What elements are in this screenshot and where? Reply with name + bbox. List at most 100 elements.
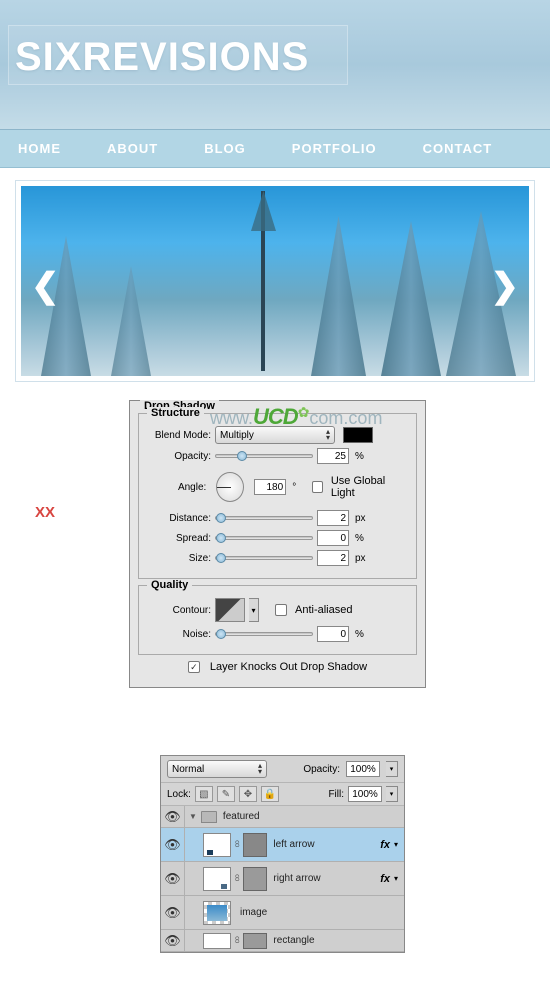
visibility-toggle-icon[interactable]: 👁 bbox=[161, 828, 185, 861]
leaf-icon: ✿ bbox=[298, 404, 310, 420]
anti-aliased-checkbox[interactable] bbox=[275, 604, 287, 616]
opacity-unit: % bbox=[355, 451, 364, 462]
use-global-label: Use Global Light bbox=[331, 475, 406, 499]
tree-graphic bbox=[311, 216, 366, 376]
lock-all-icon[interactable]: 🔒 bbox=[261, 786, 279, 802]
noise-input[interactable] bbox=[317, 626, 349, 642]
blend-mode-select[interactable]: Normal ▴▾ bbox=[167, 760, 267, 778]
fx-badge[interactable]: fx bbox=[380, 839, 390, 851]
visibility-toggle-icon[interactable]: 👁 bbox=[161, 862, 185, 895]
visibility-toggle-icon[interactable]: 👁 bbox=[161, 806, 185, 827]
lock-position-icon[interactable]: ✥ bbox=[239, 786, 257, 802]
opacity-label: Opacity: bbox=[149, 451, 211, 462]
opacity-slider[interactable] bbox=[215, 454, 313, 458]
layer-group-row[interactable]: 👁 ▼ featured bbox=[161, 806, 404, 828]
spread-input[interactable] bbox=[317, 530, 349, 546]
nav-about[interactable]: ABOUT bbox=[99, 141, 166, 156]
fill-dropdown-icon[interactable]: ▾ bbox=[386, 786, 398, 802]
watermark: www.UCD✿com.com bbox=[210, 404, 382, 430]
anti-aliased-label: Anti-aliased bbox=[295, 604, 352, 616]
contour-label: Contour: bbox=[149, 605, 211, 616]
lock-transparency-icon[interactable]: ▧ bbox=[195, 786, 213, 802]
tree-graphic bbox=[41, 236, 91, 376]
angle-unit: ° bbox=[292, 482, 296, 493]
layer-name[interactable]: right arrow bbox=[273, 873, 380, 884]
fx-dropdown-icon[interactable]: ▾ bbox=[394, 840, 398, 849]
layer-mask-thumb bbox=[243, 933, 267, 949]
fx-dropdown-icon[interactable]: ▾ bbox=[394, 874, 398, 883]
contour-swatch[interactable] bbox=[215, 598, 245, 622]
use-global-checkbox[interactable] bbox=[312, 481, 323, 493]
featured-slider: ❮ ❯ bbox=[15, 180, 535, 382]
opacity-input[interactable] bbox=[317, 448, 349, 464]
noise-label: Noise: bbox=[149, 629, 211, 640]
tree-graphic bbox=[111, 266, 151, 376]
layer-mask-thumb bbox=[243, 833, 267, 857]
layer-row[interactable]: 👁 𝟾 left arrow fx ▾ bbox=[161, 828, 404, 862]
watermark-www: www. bbox=[210, 408, 253, 428]
slider-thumb-icon[interactable] bbox=[216, 533, 226, 543]
layer-name[interactable]: image bbox=[240, 907, 404, 918]
layer-mask-thumb bbox=[243, 867, 267, 891]
distance-slider[interactable] bbox=[215, 516, 313, 520]
noise-slider[interactable] bbox=[215, 632, 313, 636]
layer-row[interactable]: 👁 image bbox=[161, 896, 404, 930]
nav-home[interactable]: HOME bbox=[10, 141, 69, 156]
layer-thumb bbox=[203, 833, 231, 857]
nav-blog[interactable]: BLOG bbox=[196, 141, 254, 156]
size-input[interactable] bbox=[317, 550, 349, 566]
layer-name[interactable]: rectangle bbox=[273, 935, 404, 946]
opacity-dropdown-icon[interactable]: ▾ bbox=[386, 761, 398, 777]
select-arrows-icon: ▴▾ bbox=[258, 763, 262, 775]
spread-unit: % bbox=[355, 533, 364, 544]
contour-dropdown-icon[interactable]: ▾ bbox=[249, 598, 259, 622]
prev-arrow-icon[interactable]: ❮ bbox=[31, 266, 60, 306]
lock-paint-icon[interactable]: ✎ bbox=[217, 786, 235, 802]
layer-row[interactable]: 👁 𝟾 rectangle bbox=[161, 930, 404, 952]
watermark-rest: com.com bbox=[309, 408, 382, 428]
size-unit: px bbox=[355, 553, 366, 564]
layers-list: 👁 ▼ featured 👁 𝟾 left arrow fx ▾ 👁 𝟾 rig… bbox=[161, 806, 404, 952]
xx-marker: XX bbox=[35, 504, 55, 521]
disclosure-icon[interactable]: ▼ bbox=[189, 812, 197, 821]
main-nav: HOME ABOUT BLOG PORTFOLIO CONTACT bbox=[0, 130, 550, 168]
visibility-toggle-icon[interactable]: 👁 bbox=[161, 896, 185, 929]
layer-name[interactable]: left arrow bbox=[273, 839, 380, 850]
spread-label: Spread: bbox=[149, 533, 211, 544]
distance-label: Distance: bbox=[149, 513, 211, 524]
next-arrow-icon[interactable]: ❯ bbox=[491, 266, 520, 306]
visibility-toggle-icon[interactable]: 👁 bbox=[161, 930, 185, 951]
angle-indicator bbox=[217, 487, 231, 488]
group-name[interactable]: featured bbox=[223, 811, 404, 822]
fill-input[interactable] bbox=[348, 786, 382, 802]
link-icon: 𝟾 bbox=[234, 873, 240, 884]
select-arrows-icon: ▴▾ bbox=[326, 429, 330, 441]
spread-slider[interactable] bbox=[215, 536, 313, 540]
slider-thumb-icon[interactable] bbox=[216, 513, 226, 523]
layer-row[interactable]: 👁 𝟾 right arrow fx ▾ bbox=[161, 862, 404, 896]
size-slider[interactable] bbox=[215, 556, 313, 560]
knockout-checkbox[interactable]: ✓ bbox=[188, 661, 200, 673]
fx-badge[interactable]: fx bbox=[380, 873, 390, 885]
slider-thumb-icon[interactable] bbox=[216, 629, 226, 639]
layers-opacity-input[interactable] bbox=[346, 761, 380, 777]
fill-label: Fill: bbox=[328, 789, 344, 800]
distance-input[interactable] bbox=[317, 510, 349, 526]
tree-graphic bbox=[251, 191, 276, 231]
slider-thumb-icon[interactable] bbox=[216, 553, 226, 563]
blend-mode-label: Blend Mode: bbox=[149, 430, 211, 441]
link-icon: 𝟾 bbox=[234, 839, 240, 850]
layer-thumb bbox=[203, 933, 231, 949]
angle-label: Angle: bbox=[149, 482, 206, 493]
slider-thumb-icon[interactable] bbox=[237, 451, 247, 461]
layer-thumb bbox=[203, 901, 231, 925]
layers-lock-row: Lock: ▧ ✎ ✥ 🔒 Fill: ▾ bbox=[161, 782, 404, 806]
slider-image: ❮ ❯ bbox=[21, 186, 529, 376]
blend-mode-value: Multiply bbox=[220, 430, 254, 441]
nav-contact[interactable]: CONTACT bbox=[415, 141, 501, 156]
lock-label: Lock: bbox=[167, 789, 191, 800]
nav-portfolio[interactable]: PORTFOLIO bbox=[284, 141, 385, 156]
angle-input[interactable] bbox=[254, 479, 286, 495]
angle-dial[interactable] bbox=[216, 472, 244, 502]
distance-unit: px bbox=[355, 513, 366, 524]
